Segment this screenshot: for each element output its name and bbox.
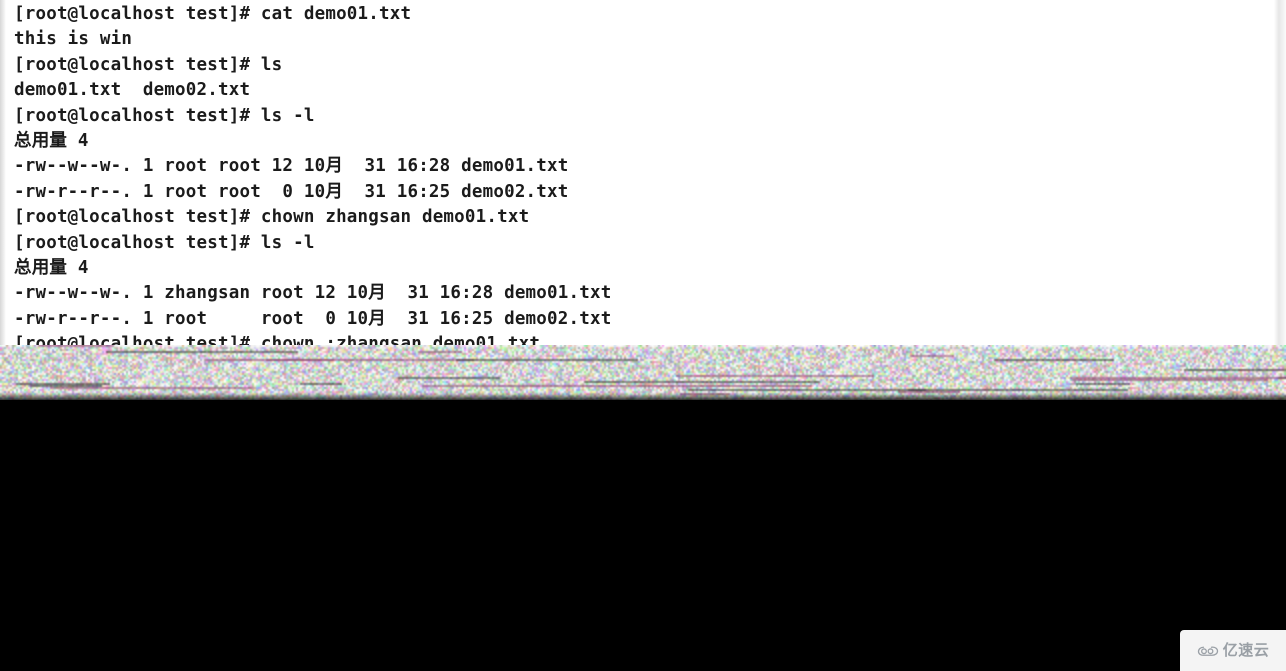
terminal-line: this is win	[14, 29, 133, 50]
terminal-line: -rw--w--w-. 1 zhangsan root 12 10月 31 16…	[14, 283, 612, 304]
image-corruption-noise-band	[0, 345, 1286, 401]
terminal-line: demo01.txt demo02.txt	[14, 80, 251, 101]
black-background-region	[0, 400, 1286, 671]
terminal-line: [root@localhost test]# ls	[14, 54, 283, 75]
noise-canvas	[0, 345, 1286, 401]
terminal-line: -rw--w--w-. 1 root root 12 10月 31 16:28 …	[14, 156, 569, 177]
terminal-line: [root@localhost test]# ls -l	[14, 105, 315, 126]
terminal-line: [root@localhost test]# ls -l	[14, 232, 315, 253]
watermark: 亿速云	[1180, 630, 1286, 671]
terminal-output: [root@localhost test]# cat demo01.txt th…	[14, 2, 1264, 348]
terminal-line: -rw-r--r--. 1 root root 0 10月 31 16:25 d…	[14, 181, 569, 202]
terminal-line: [root@localhost test]# cat demo01.txt	[14, 4, 412, 24]
terminal-line: 总用量 4	[14, 257, 89, 278]
cloud-icon	[1197, 646, 1218, 656]
terminal-line: -rw-r--r--. 1 root root 0 10月 31 16:25 d…	[14, 308, 612, 329]
terminal-screenshot-area: [root@localhost test]# cat demo01.txt th…	[0, 0, 1286, 348]
watermark-text: 亿速云	[1222, 641, 1270, 659]
terminal-line: 总用量 4	[14, 130, 89, 151]
terminal-line: [root@localhost test]# chown zhangsan de…	[14, 207, 530, 228]
